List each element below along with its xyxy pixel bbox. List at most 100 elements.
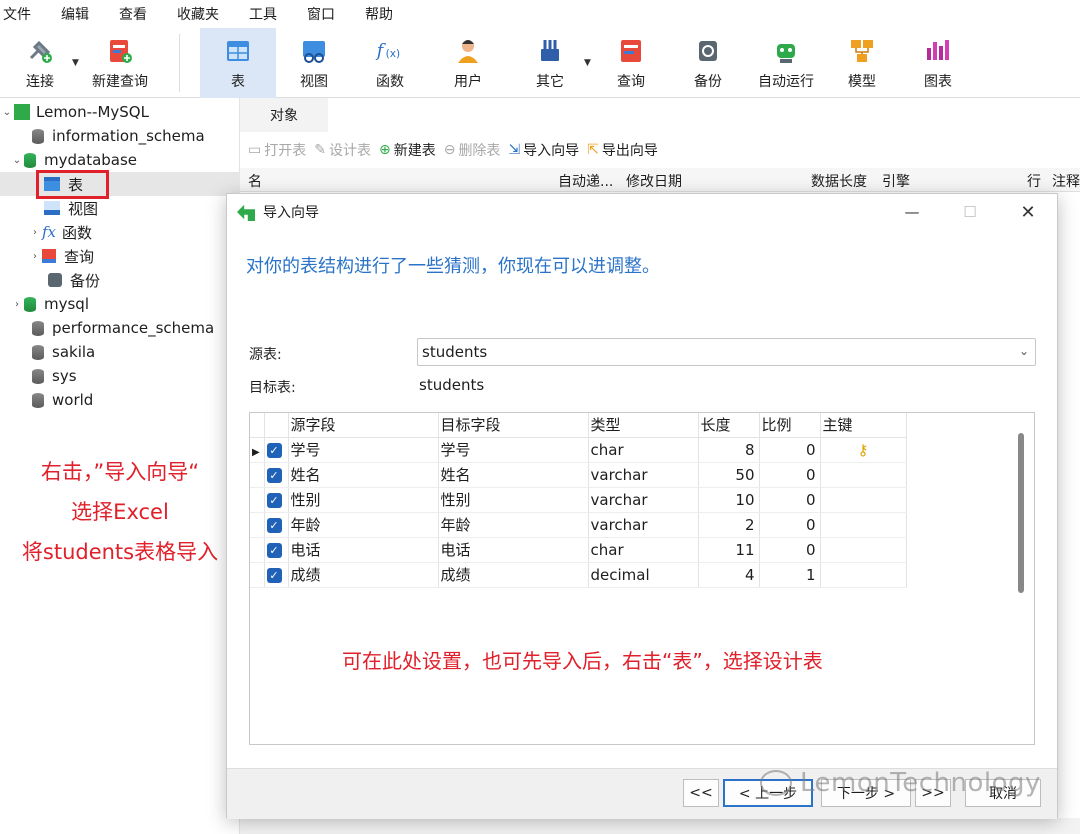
import-wizard-button[interactable]: ⇲ 导入向导 — [508, 140, 579, 160]
function-tool-button[interactable]: f (x) 函数 — [360, 28, 420, 98]
field-checkbox[interactable]: ✓ — [266, 542, 282, 558]
first-step-button[interactable]: << — [683, 779, 719, 807]
query-tool-button[interactable]: 查询 — [600, 28, 662, 98]
length-cell[interactable]: 11 — [698, 537, 760, 563]
column-modified[interactable]: 修改日期 — [626, 171, 682, 191]
minimize-button[interactable]: — — [889, 194, 935, 230]
column-primary-key[interactable]: 主键 — [820, 413, 907, 438]
menu-help[interactable]: 帮助 — [350, 4, 408, 24]
menu-favorites[interactable]: 收藏夹 — [162, 4, 234, 24]
delete-table-button[interactable]: ⊖ 删除表 — [444, 140, 501, 160]
column-target-field[interactable]: 目标字段 — [438, 413, 589, 438]
menu-file[interactable]: 文件 — [0, 4, 46, 24]
length-cell[interactable]: 50 — [698, 462, 760, 488]
type-cell[interactable]: char — [588, 537, 699, 563]
chevron-down-icon[interactable]: ⌄ — [0, 107, 14, 118]
type-cell[interactable]: varchar — [588, 487, 699, 513]
scale-cell[interactable]: 1 — [759, 562, 821, 588]
view-tool-button[interactable]: 视图 — [284, 28, 344, 98]
target-field-cell[interactable]: 电话 — [438, 537, 589, 563]
chevron-right-icon[interactable]: › — [28, 251, 42, 262]
field-row[interactable]: ▶ ✓ 学号 学号 char 8 0 ⚷ — [250, 437, 907, 463]
field-row[interactable]: ✓ 年龄 年龄 varchar 2 0 — [250, 512, 907, 538]
column-engine[interactable]: 引擎 — [882, 171, 910, 191]
close-button[interactable]: ✕ — [1005, 194, 1051, 230]
db-sys[interactable]: sys — [18, 364, 77, 388]
automation-tool-button[interactable]: 自动运行 — [750, 28, 822, 98]
type-cell[interactable]: varchar — [588, 512, 699, 538]
tree-item-queries[interactable]: › 查询 — [28, 244, 94, 268]
backup-tool-button[interactable]: 备份 — [678, 28, 738, 98]
connect-button[interactable]: 连接 — [14, 28, 66, 98]
chevron-down-icon[interactable]: ▼ — [584, 58, 591, 68]
type-cell[interactable]: varchar — [588, 462, 699, 488]
source-table-select[interactable]: students ⌄ — [417, 338, 1036, 366]
chevron-right-icon[interactable]: › — [10, 299, 24, 310]
source-field-cell[interactable]: 姓名 — [288, 462, 439, 488]
length-cell[interactable]: 2 — [698, 512, 760, 538]
scale-cell[interactable]: 0 — [759, 437, 821, 463]
menu-window[interactable]: 窗口 — [292, 4, 350, 24]
field-checkbox[interactable]: ✓ — [266, 442, 282, 458]
tab-objects[interactable]: 对象 — [240, 98, 328, 132]
scale-cell[interactable]: 0 — [759, 537, 821, 563]
length-cell[interactable]: 8 — [698, 437, 760, 463]
target-field-cell[interactable]: 年龄 — [438, 512, 589, 538]
db-mydatabase[interactable]: ⌄ mydatabase — [10, 148, 137, 172]
export-wizard-button[interactable]: ⇱ 导出向导 — [587, 140, 658, 160]
table-tool-button[interactable]: 表 — [200, 28, 276, 98]
type-cell[interactable]: decimal — [588, 562, 699, 588]
user-tool-button[interactable]: 用户 — [438, 28, 498, 98]
tree-item-views[interactable]: 视图 — [44, 196, 98, 220]
length-cell[interactable]: 10 — [698, 487, 760, 513]
scale-cell[interactable]: 0 — [759, 512, 821, 538]
model-tool-button[interactable]: 模型 — [832, 28, 892, 98]
primary-key-cell[interactable] — [820, 562, 907, 588]
type-cell[interactable]: char — [588, 437, 699, 463]
db-performance-schema[interactable]: performance_schema — [18, 316, 214, 340]
field-checkbox[interactable]: ✓ — [266, 492, 282, 508]
field-checkbox[interactable]: ✓ — [266, 467, 282, 483]
target-field-cell[interactable]: 性别 — [438, 487, 589, 513]
target-field-cell[interactable]: 学号 — [438, 437, 589, 463]
menu-edit[interactable]: 编辑 — [46, 4, 104, 24]
field-row[interactable]: ✓ 姓名 姓名 varchar 50 0 — [250, 462, 907, 488]
target-field-cell[interactable]: 姓名 — [438, 462, 589, 488]
target-field-cell[interactable]: 成绩 — [438, 562, 589, 588]
chevron-down-icon[interactable]: ⌄ — [10, 155, 24, 166]
new-query-button[interactable]: 新建查询 — [86, 28, 154, 98]
tree-item-functions[interactable]: › fx 函数 — [28, 220, 92, 244]
source-field-cell[interactable]: 学号 — [288, 437, 439, 463]
column-scale[interactable]: 比例 — [759, 413, 821, 438]
field-row[interactable]: ✓ 性别 性别 varchar 10 0 — [250, 487, 907, 513]
chart-tool-button[interactable]: 图表 — [908, 28, 968, 98]
column-type[interactable]: 类型 — [588, 413, 699, 438]
column-auto-inc[interactable]: 自动递... — [558, 171, 613, 191]
source-field-cell[interactable]: 电话 — [288, 537, 439, 563]
primary-key-cell[interactable] — [820, 462, 907, 488]
tree-item-backups[interactable]: 备份 — [48, 268, 100, 292]
db-world[interactable]: world — [18, 388, 93, 412]
column-data-length[interactable]: 数据长度 — [811, 171, 867, 191]
field-row[interactable]: ✓ 电话 电话 char 11 0 — [250, 537, 907, 563]
chevron-down-icon[interactable]: ▼ — [72, 58, 79, 68]
primary-key-cell[interactable]: ⚷ — [820, 437, 907, 463]
open-table-button[interactable]: ▭ 打开表 — [248, 140, 306, 160]
other-tool-button[interactable]: 其它 — [520, 28, 580, 98]
column-rows[interactable]: 行 — [1027, 171, 1041, 191]
column-source-field[interactable]: 源字段 — [288, 413, 439, 438]
menu-view[interactable]: 查看 — [104, 4, 162, 24]
db-information-schema[interactable]: information_schema — [18, 124, 205, 148]
field-checkbox[interactable]: ✓ — [266, 517, 282, 533]
scale-cell[interactable]: 0 — [759, 462, 821, 488]
source-field-cell[interactable]: 年龄 — [288, 512, 439, 538]
vertical-scrollbar[interactable] — [1018, 433, 1024, 593]
column-length[interactable]: 长度 — [698, 413, 760, 438]
field-checkbox[interactable]: ✓ — [266, 567, 282, 583]
scale-cell[interactable]: 0 — [759, 487, 821, 513]
length-cell[interactable]: 4 — [698, 562, 760, 588]
chevron-right-icon[interactable]: › — [28, 227, 42, 238]
dialog-titlebar[interactable]: 导入向导 — ☐ ✕ — [227, 194, 1057, 230]
primary-key-cell[interactable] — [820, 537, 907, 563]
primary-key-cell[interactable] — [820, 487, 907, 513]
